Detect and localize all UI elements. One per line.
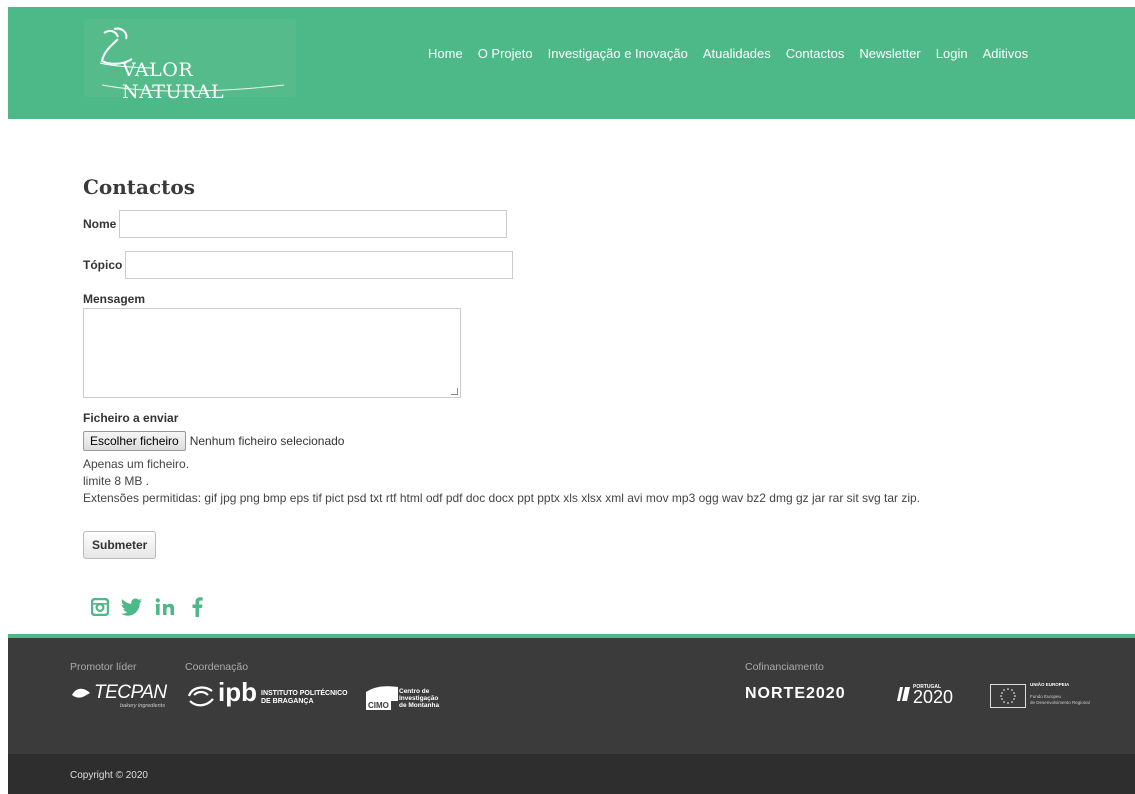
site-header: VALOR NATURAL Home O Projeto Investigaçã… [8,7,1135,119]
page: VALOR NATURAL Home O Projeto Investigaçã… [8,7,1135,794]
topico-label: Tópico [83,258,123,272]
cimo-text: CIMO [366,701,391,710]
ipb-text: ipb [218,677,257,707]
footer-bottom-bar: Copyright © 2020 [8,754,1135,794]
ipb-emblem-icon [187,686,214,707]
nome-input[interactable] [119,210,508,238]
help-size-limit: limite 8 MB . [83,474,150,488]
cimo-logo[interactable]: CIMO Centro de Investigação de Montanha [366,683,466,717]
tecpan-leaf-icon [72,688,90,698]
cimo-sub-3: de Montanha [399,702,440,709]
submit-button[interactable]: Submeter [83,531,157,559]
ipb-logo[interactable]: ipb INSTITUTO POLITÉCNICO DE BRAGANÇA [186,677,356,713]
help-extensions: Extensões permitidas: gif jpg png bmp ep… [83,491,921,505]
eu-text-2: Fundo Europeu [1030,694,1062,699]
file-row: Escolher ficheiro Nenhum ficheiro seleci… [83,431,344,451]
nav-newsletter[interactable]: Newsletter [859,46,920,61]
nav-login[interactable]: Login [936,46,968,61]
eu-text-3: de Desenvolvimento Regional [1030,700,1090,705]
main-nav: Home O Projeto Investigação e Inovação A… [428,46,1043,61]
site-footer: Promotor líder Coordenação Cofinanciamen… [8,634,1135,754]
nav-contactos[interactable]: Contactos [786,46,845,61]
nav-aditivos[interactable]: Aditivos [983,46,1029,61]
file-status: Nenhum ficheiro selecionado [189,434,345,448]
mensagem-textarea[interactable] [83,308,461,398]
topico-input[interactable] [125,251,514,279]
portugal2020-logo[interactable]: PORTUGAL 2020 [897,682,977,708]
cofinanciamento-label: Cofinanciamento [745,661,824,673]
nome-row: Nome [83,210,508,238]
eu-logo[interactable]: UNIÃO EUROPEIA Fundo Europeu de Desenvol… [990,682,1100,710]
facebook-icon[interactable] [191,597,203,617]
portugal2020-text: 2020 [913,687,954,707]
nome-label: Nome [83,217,117,231]
topico-row: Tópico [83,251,514,279]
twitter-icon[interactable] [121,598,143,616]
nav-home[interactable]: Home [428,46,463,61]
social-links [91,597,203,617]
mensagem-label: Mensagem [83,292,146,306]
cimo-sub-2: Investigação [399,695,439,702]
eu-stars-icon [1000,688,1016,704]
promotor-label: Promotor líder [70,661,137,673]
cimo-sub-1: Centro de [399,688,430,695]
coordenacao-label: Coordenação [185,661,249,673]
ficheiro-label: Ficheiro a enviar [83,411,179,425]
linkedin-icon[interactable] [155,598,179,616]
choose-file-button[interactable]: Escolher ficheiro [83,431,186,451]
page-title: Contactos [83,175,196,199]
tecpan-sub: bakery ingredients [120,703,165,709]
eu-text-1: UNIÃO EUROPEIA [1030,682,1070,687]
tecpan-text: TECPAN [94,682,167,703]
portugal-flag-icon [897,687,910,701]
help-single-file: Apenas um ficheiro. [83,457,190,471]
contact-form: Contactos Nome Tópico Mensagem Ficheiro … [83,175,1083,559]
instagram-icon[interactable] [91,598,109,616]
copyright-text: Copyright © 2020 [70,770,148,781]
nav-atualidades[interactable]: Atualidades [703,46,771,61]
nav-investigacao[interactable]: Investigação e Inovação [548,46,688,61]
norte2020-text: NORTE2020 [745,685,846,702]
cimo-mountain-icon [366,686,398,701]
eu-flag-icon [990,684,1026,708]
tecpan-logo[interactable]: TECPAN bakery ingredients [70,679,180,713]
ipb-sub-2: DE BRAGANÇA [261,698,314,705]
resize-handle-icon[interactable] [451,388,458,395]
norte2020-logo[interactable]: NORTE2020 [745,685,875,709]
logo-swoosh [101,84,285,92]
nav-o-projeto[interactable]: O Projeto [478,46,533,61]
site-logo[interactable]: VALOR NATURAL [84,19,296,103]
ipb-sub-1: INSTITUTO POLITÉCNICO [261,690,348,697]
